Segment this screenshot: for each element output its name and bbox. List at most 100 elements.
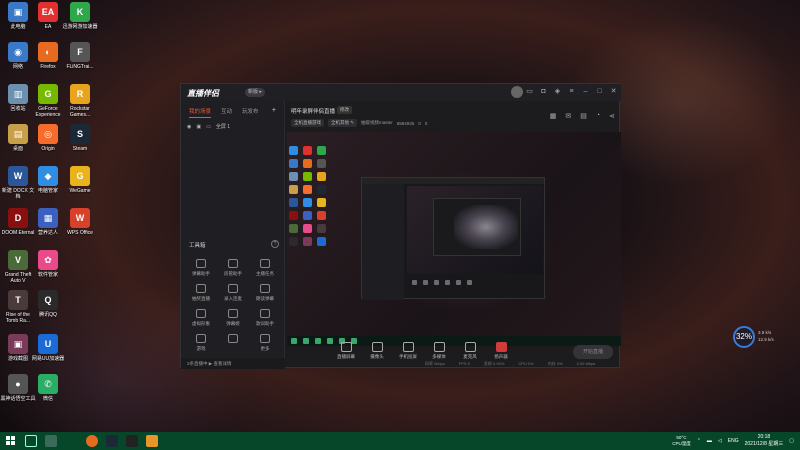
tiktok-taskbar-icon[interactable]	[126, 435, 138, 447]
language-indicator[interactable]: ENG	[728, 438, 739, 444]
desktop-icon[interactable]: K 迅游网游加速器	[62, 2, 98, 30]
help-icon[interactable]: ?	[271, 240, 279, 248]
tool-item[interactable]: 更多	[249, 334, 281, 352]
preview-icon	[289, 159, 298, 168]
desktop-icon[interactable]: ▦ 营养达人	[30, 208, 66, 236]
tool-item[interactable]: 主播任务	[249, 259, 281, 277]
category-chip[interactable]: 全机直播游戏	[291, 119, 324, 127]
source-button[interactable]: 多媒体	[428, 342, 450, 360]
source-button[interactable]: 直播屏幕	[335, 342, 357, 360]
tool-item[interactable]: 游戏	[185, 334, 217, 352]
desktop-icon[interactable]: R Rockstar Games...	[62, 84, 98, 118]
app-icon: ✆	[38, 374, 58, 394]
maximize-icon[interactable]: □	[596, 88, 603, 95]
desktop-icon[interactable]: W WPS Office	[62, 208, 98, 236]
share-icon[interactable]: ⋖	[609, 112, 615, 120]
edit-room-button[interactable]: 修改	[337, 106, 352, 114]
tool-item[interactable]: 虚拟形象	[185, 309, 217, 327]
desktop-icon[interactable]: G GeForce Experience	[30, 84, 66, 118]
grid-icon[interactable]: ▤	[580, 112, 587, 120]
desktop-icon[interactable]: ◐ Firefox	[30, 42, 66, 70]
app-icon: ▥	[8, 84, 28, 104]
preview-icon	[317, 198, 326, 207]
source-button[interactable]: 麦克风	[459, 342, 481, 360]
source-button[interactable]: 扬声器	[490, 342, 512, 360]
desktop-icon[interactable]: ◆ 电脑管家	[30, 166, 66, 194]
minimize-icon[interactable]: –	[582, 88, 589, 95]
tool-item[interactable]: 弹幕助手	[185, 259, 217, 277]
tab-interact[interactable]: 互动	[221, 107, 232, 118]
tool-label: 抽奖直播	[192, 296, 210, 301]
subcategory-chip[interactable]: 全机其他 ✎	[328, 119, 358, 127]
app-titlebar: 直播伴侣 新版 ▸ ▭ ◘ ◈ ≡ – □ ✕	[181, 84, 621, 101]
tool-item[interactable]	[217, 334, 249, 352]
tool-icon	[196, 309, 206, 318]
desktop-icon-label: EA	[44, 24, 52, 30]
close-icon[interactable]: ✕	[610, 88, 617, 95]
desktop-icon[interactable]: G WeGame	[62, 166, 98, 194]
source-button[interactable]: 摄像头	[366, 342, 388, 360]
firefox-taskbar-icon[interactable]	[86, 435, 98, 447]
skin-icon[interactable]: ◈	[554, 88, 561, 95]
desktop-icon[interactable]: Q 腾讯QQ	[30, 290, 66, 318]
lock-icon[interactable]: ◘	[540, 88, 547, 95]
app-icon: R	[70, 84, 90, 104]
chevron-up-icon[interactable]: ⌃	[697, 438, 701, 444]
desktop-icon-label: WeGame	[69, 188, 91, 194]
desktop-icon[interactable]: ✿ 软件管家	[30, 250, 66, 278]
app-icon: ◆	[38, 166, 58, 186]
preview-icon	[303, 185, 312, 194]
upload-rate: 3.9 k/s	[758, 330, 772, 335]
room-title: 明年录屏伴侣直播	[291, 109, 336, 115]
task-view-icon[interactable]	[45, 435, 57, 447]
add-scene-button[interactable]: +	[272, 107, 276, 118]
tool-label: 弹幕助手	[192, 271, 210, 276]
menu-icon[interactable]: ≡	[568, 88, 575, 95]
preview-icon	[289, 198, 298, 207]
lock-icon[interactable]: ▣	[196, 124, 201, 130]
desktop-icon[interactable]: EA EA	[30, 2, 66, 30]
start-menu-button[interactable]	[6, 436, 15, 445]
tool-item[interactable]: 朗读弹幕	[249, 284, 281, 302]
start-live-button[interactable]: 开始直播	[573, 345, 613, 359]
live-companion-taskbar-icon[interactable]	[146, 435, 158, 447]
desktop-icon[interactable]: ✆ 微信	[30, 374, 66, 402]
app-icon: ▦	[38, 208, 58, 228]
tool-item[interactable]: 弹幕姬	[217, 309, 249, 327]
gift-icon[interactable]: ▦	[550, 112, 557, 120]
tab-publish[interactable]: 玩发布	[242, 107, 259, 118]
steam-taskbar-icon[interactable]	[106, 435, 118, 447]
scene-item[interactable]: ◉ ▣ ▭ 全屏 1	[181, 118, 284, 135]
desktop-icon[interactable]: F FLiNGTrai...	[62, 42, 98, 70]
source-button[interactable]: 手机投屏	[397, 342, 419, 360]
tool-item[interactable]: 录入连麦	[217, 284, 249, 302]
source-label: 扬声器	[494, 354, 508, 359]
notification-icon[interactable]: ▢	[789, 438, 794, 444]
search-icon[interactable]	[25, 435, 37, 447]
tab-scenes[interactable]: 我的场景	[189, 107, 212, 118]
network-monitor-widget[interactable]: 32% 3.9 k/s 12.9 k/s	[733, 326, 783, 348]
mail-icon[interactable]: ✉	[565, 112, 571, 120]
tool-item[interactable]: 抽奖直播	[185, 284, 217, 302]
preview-icon	[303, 198, 312, 207]
channel-name: 抽取视频master	[361, 120, 393, 125]
preview-icon	[317, 146, 326, 155]
network-icon[interactable]: ▬	[707, 438, 712, 444]
user-avatar[interactable]	[511, 86, 523, 98]
app-icon: S	[70, 124, 90, 144]
eye-icon[interactable]: ◉	[187, 124, 191, 130]
version-badge[interactable]: 新版 ▸	[245, 88, 265, 97]
tool-item[interactable]: 房管助手	[217, 259, 249, 277]
tool-item[interactable]: 歌词助手	[249, 309, 281, 327]
stream-preview[interactable]	[287, 132, 621, 346]
desktop-icon[interactable]: ◎ Origin	[30, 124, 66, 152]
message-icon[interactable]: ▭	[526, 88, 533, 95]
desktop-icon[interactable]: U 网易UU加速器	[30, 334, 66, 362]
bell-icon[interactable]: ◔	[596, 112, 600, 120]
scene-label: 全屏 1	[215, 124, 231, 130]
clock[interactable]: 20:18 2021/12/8 星期三	[745, 434, 784, 448]
live-status-bar[interactable]: 2条直播中 ▶ 查看详情	[181, 358, 285, 369]
volume-icon[interactable]: ◁	[718, 438, 722, 444]
app-icon: G	[70, 166, 90, 186]
desktop-icon[interactable]: S Steam	[62, 124, 98, 152]
